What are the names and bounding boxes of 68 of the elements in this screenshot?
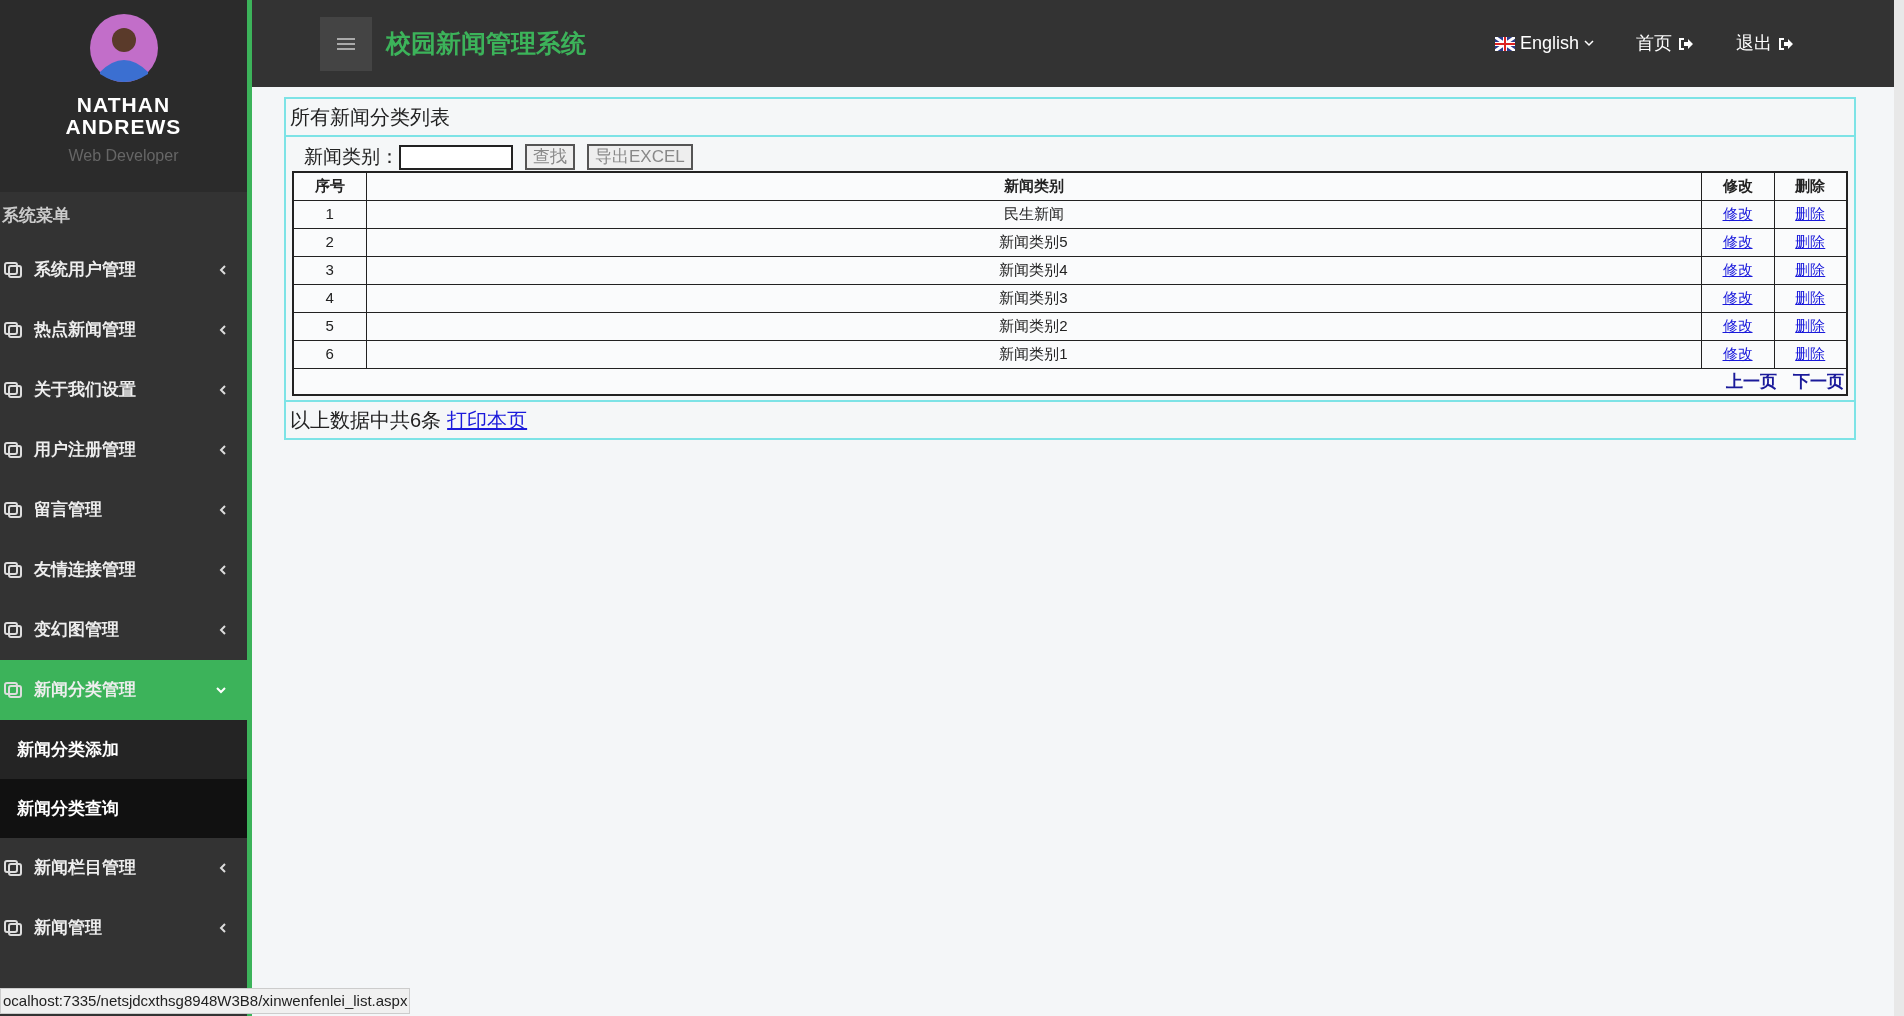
submenu-item[interactable]: 新闻分类添加: [0, 720, 247, 779]
column-header: 新闻类别: [366, 172, 1701, 200]
chevron-left-icon: [219, 862, 227, 874]
window-icon: [4, 622, 22, 638]
pager-link[interactable]: 上一页: [1726, 371, 1777, 391]
chevron-down-icon: [215, 686, 227, 694]
record-summary: 以上数据中共6条: [290, 408, 442, 433]
menu-item[interactable]: 友情连接管理: [0, 540, 247, 600]
menu-item[interactable]: 用户注册管理: [0, 420, 247, 480]
search-label: 新闻类别：: [304, 144, 399, 169]
table-cell: 2: [325, 232, 334, 250]
window-icon: [4, 562, 22, 578]
chevron-left-icon: [219, 922, 227, 934]
flag-icon: [1494, 36, 1515, 51]
table-cell: 6: [325, 344, 334, 362]
table-cell: 1: [325, 204, 334, 222]
header-link[interactable]: 退出: [1736, 30, 1794, 57]
table-cell: 新闻类别2: [999, 316, 1068, 334]
table-cell: 民生新闻: [1003, 204, 1064, 222]
submenu-item[interactable]: 新闻分类查询: [0, 779, 247, 838]
window-icon: [4, 860, 22, 876]
menu-item[interactable]: 变幻图管理: [0, 600, 247, 660]
avatar: [89, 14, 158, 82]
menu-item[interactable]: 留言管理: [0, 480, 247, 540]
window-icon: [4, 502, 22, 518]
language-selector[interactable]: English: [1494, 30, 1594, 57]
table-cell: 3: [325, 260, 334, 278]
status-bar: ocalhost:7335/netsjdcxthsg8948W3B8/xinwenfenlei_list.aspx: [0, 988, 411, 1014]
chevron-left-icon: [219, 264, 227, 276]
column-header: 序号: [293, 172, 366, 200]
menu-item[interactable]: 新闻栏目管理: [0, 838, 247, 898]
menu-item[interactable]: 关于我们设置: [0, 360, 247, 420]
table-cell: 4: [325, 288, 334, 306]
window-icon: [4, 262, 22, 278]
print-link[interactable]: 打印本页: [447, 405, 528, 435]
column-header: 修改: [1701, 172, 1774, 200]
menu-item[interactable]: 新闻管理: [0, 898, 247, 958]
table-cell: 新闻类别4: [999, 260, 1068, 278]
window-icon: [4, 920, 22, 936]
chevron-left-icon: [219, 504, 227, 516]
menu-title: 系统菜单: [1, 205, 71, 227]
chevron-left-icon: [219, 444, 227, 456]
pager-link[interactable]: 下一页: [1793, 371, 1844, 391]
menu-button[interactable]: [320, 16, 372, 71]
app-title: 校园新闻管理系统: [386, 27, 587, 59]
chevron-left-icon: [219, 624, 227, 636]
category-field[interactable]: [399, 144, 513, 170]
table-cell: 新闻类别3: [999, 288, 1068, 306]
chevron-left-icon: [219, 564, 227, 576]
chevron-left-icon: [219, 384, 227, 396]
sign-out-icon: [1678, 36, 1694, 51]
window-icon: [4, 322, 22, 338]
menu-item[interactable]: 系统用户管理: [0, 240, 247, 300]
profile-role: Web Developer: [68, 146, 179, 166]
panel-title: 所有新闻分类列表: [286, 99, 1854, 137]
sign-out-icon: [1778, 36, 1794, 51]
table-cell: 新闻类别1: [999, 344, 1068, 362]
window-icon: [4, 682, 22, 698]
chevron-left-icon: [219, 324, 227, 336]
profile-name: NATHAN ANDREWS: [64, 94, 183, 138]
table-cell: 新闻类别5: [999, 232, 1068, 250]
window-icon: [4, 442, 22, 458]
chevron-down-icon: [1584, 40, 1594, 47]
menu-item[interactable]: 热点新闻管理: [0, 300, 247, 360]
table-cell: 5: [325, 316, 334, 334]
header-link[interactable]: 首页: [1636, 30, 1694, 57]
menu-icon: [337, 36, 355, 51]
window-icon: [4, 382, 22, 398]
